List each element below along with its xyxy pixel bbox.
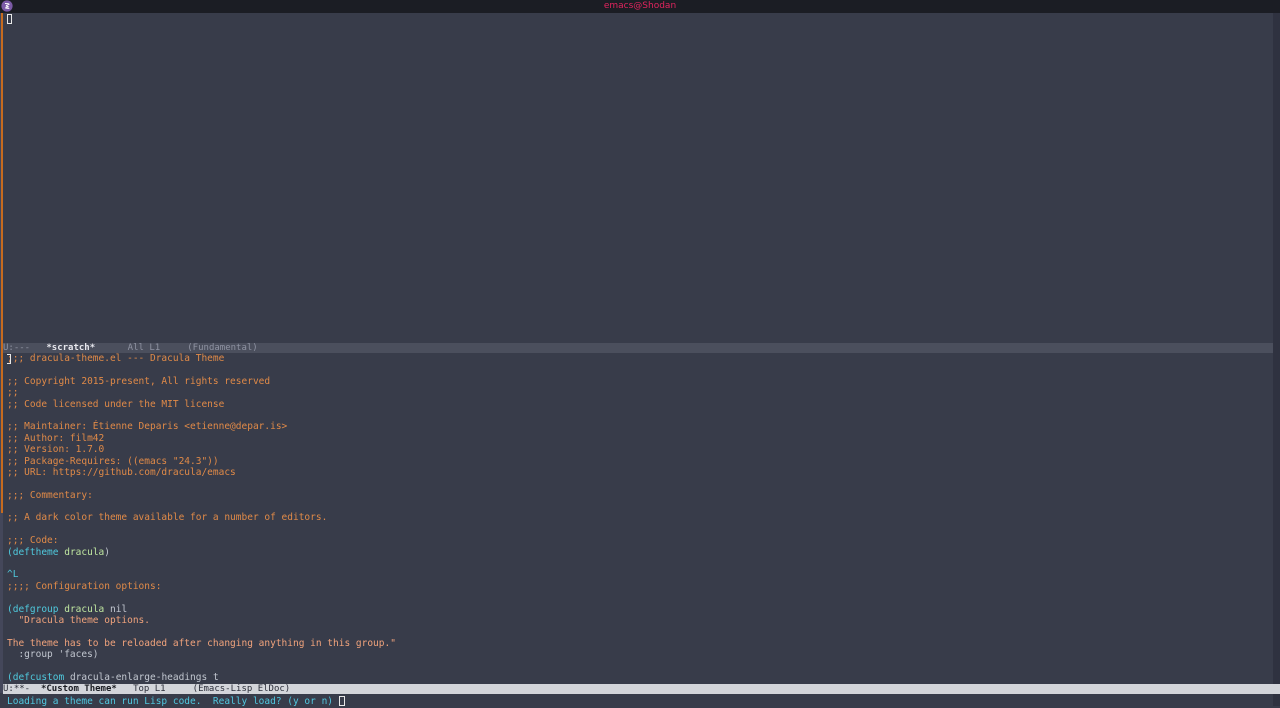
code-line[interactable]: ;; Code licensed under the MIT license <box>7 399 1267 410</box>
code-text: ^L <box>7 569 19 581</box>
code-line[interactable]: ;; Copyright 2015-present, All rights re… <box>7 376 1267 387</box>
code-text: ;; A dark color theme available for a nu… <box>7 512 328 524</box>
code-text: ;; Maintainer: Étienne Deparis <etienne@… <box>7 421 288 433</box>
code-line[interactable]: (defgroup dracula nil <box>7 604 1267 615</box>
code-text: ;; Author: film42 <box>7 432 105 444</box>
code-line[interactable]: ^L <box>7 569 1267 580</box>
scratch-window[interactable] <box>3 13 1273 343</box>
window-title: emacs@Shodan <box>603 1 677 11</box>
scratch-cursor <box>7 14 12 24</box>
buffer-position: All L1 <box>127 343 161 353</box>
minibuffer-cursor <box>338 696 345 706</box>
code-text: ;; <box>7 387 19 399</box>
code-text: ;; Package-Requires: ((emacs "24.3")) <box>7 455 219 467</box>
emacs-icon[interactable] <box>1 0 13 12</box>
code-line[interactable] <box>7 478 1267 489</box>
code-line[interactable]: ;; Version: 1.7.0 <box>7 444 1267 455</box>
scratch-mode-line[interactable]: U:--- *scratch* All L1 (Fundamental) <box>3 343 1273 353</box>
code-text: ;; Version: 1.7.0 <box>7 444 105 456</box>
buffer-state: U:**- <box>3 684 31 694</box>
code-text: ;; URL: https://github.com/dracula/emacs <box>7 466 236 478</box>
code-line[interactable] <box>7 558 1267 569</box>
code-text: ;;; Commentary: <box>7 489 93 501</box>
code-line[interactable] <box>7 410 1267 421</box>
code-token: dracula <box>64 603 105 615</box>
window-right-edge <box>1273 13 1280 706</box>
code-text: ;;; Code: <box>7 535 59 547</box>
code-token: t <box>207 671 219 683</box>
title-bar: emacs@Shodan <box>0 0 1280 13</box>
code-text: ;;;; Configuration options: <box>7 580 162 592</box>
code-line[interactable]: ;; Author: film42 <box>7 433 1267 444</box>
buffer-name[interactable]: *scratch* <box>46 343 95 353</box>
code-text: ;;; dracula-theme.el --- Dracula Theme <box>7 353 225 364</box>
code-line[interactable]: ;;; dracula-theme.el --- Dracula Theme <box>7 353 1267 364</box>
code-line[interactable]: The theme has to be reloaded after chang… <box>7 638 1267 649</box>
code-token: ) <box>104 546 111 558</box>
code-token: nil <box>104 603 128 615</box>
major-mode[interactable]: (Emacs-Lisp ElDoc) <box>193 684 291 694</box>
code-line[interactable]: ;;;; Configuration options: <box>7 581 1267 592</box>
buffer-position: Top L1 <box>133 684 166 694</box>
code-token: defcustom <box>12 671 65 683</box>
code-line[interactable]: :group 'faces) <box>7 649 1267 660</box>
code-line[interactable]: ;;; Code: <box>7 535 1267 546</box>
code-token: dracula-enlarge-headings <box>69 671 208 683</box>
code-line[interactable] <box>7 364 1267 375</box>
code-text: "Dracula theme options. <box>7 614 150 626</box>
code-line[interactable]: ;; A dark color theme available for a nu… <box>7 512 1267 523</box>
buffer-name[interactable]: *Custom Theme* <box>41 684 117 694</box>
custom-theme-mode-line[interactable]: U:**- *Custom Theme* Top L1 (Emacs-Lisp … <box>3 684 1280 694</box>
code-line[interactable] <box>7 524 1267 535</box>
code-text: ;; Copyright 2015-present, All rights re… <box>7 375 271 387</box>
minibuffer[interactable]: Loading a theme can run Lisp code. Reall… <box>7 694 345 707</box>
code-line[interactable]: "Dracula theme options. <box>7 615 1267 626</box>
code-line[interactable]: ;; Maintainer: Étienne Deparis <etienne@… <box>7 421 1267 432</box>
code-text: :group 'faces) <box>7 649 99 661</box>
code-line[interactable] <box>7 661 1267 672</box>
minibuffer-prompt: Loading a theme can run Lisp code. Reall… <box>7 696 339 707</box>
code-line[interactable] <box>7 501 1267 512</box>
code-line[interactable]: (deftheme dracula) <box>7 547 1267 558</box>
code-line[interactable] <box>7 592 1267 603</box>
code-line[interactable]: ;; Package-Requires: ((emacs "24.3")) <box>7 456 1267 467</box>
custom-theme-editor[interactable]: ;;; dracula-theme.el --- Dracula Theme;;… <box>7 353 1267 684</box>
code-line[interactable]: (defcustom dracula-enlarge-headings t <box>7 672 1267 683</box>
code-token: dracula <box>64 546 105 558</box>
code-text: ;; Code licensed under the MIT license <box>7 398 225 410</box>
buffer-state: U:--- <box>3 343 31 353</box>
code-token: defgroup <box>12 603 59 615</box>
major-mode[interactable]: (Fundamental) <box>187 343 257 353</box>
code-line[interactable]: ;;; Commentary: <box>7 490 1267 501</box>
code-line[interactable] <box>7 626 1267 637</box>
code-text: The theme has to be reloaded after chang… <box>7 637 396 649</box>
code-line[interactable]: ;; <box>7 387 1267 398</box>
text-cursor <box>7 354 11 364</box>
code-token: deftheme <box>12 546 59 558</box>
code-line[interactable]: ;; URL: https://github.com/dracula/emacs <box>7 467 1267 478</box>
